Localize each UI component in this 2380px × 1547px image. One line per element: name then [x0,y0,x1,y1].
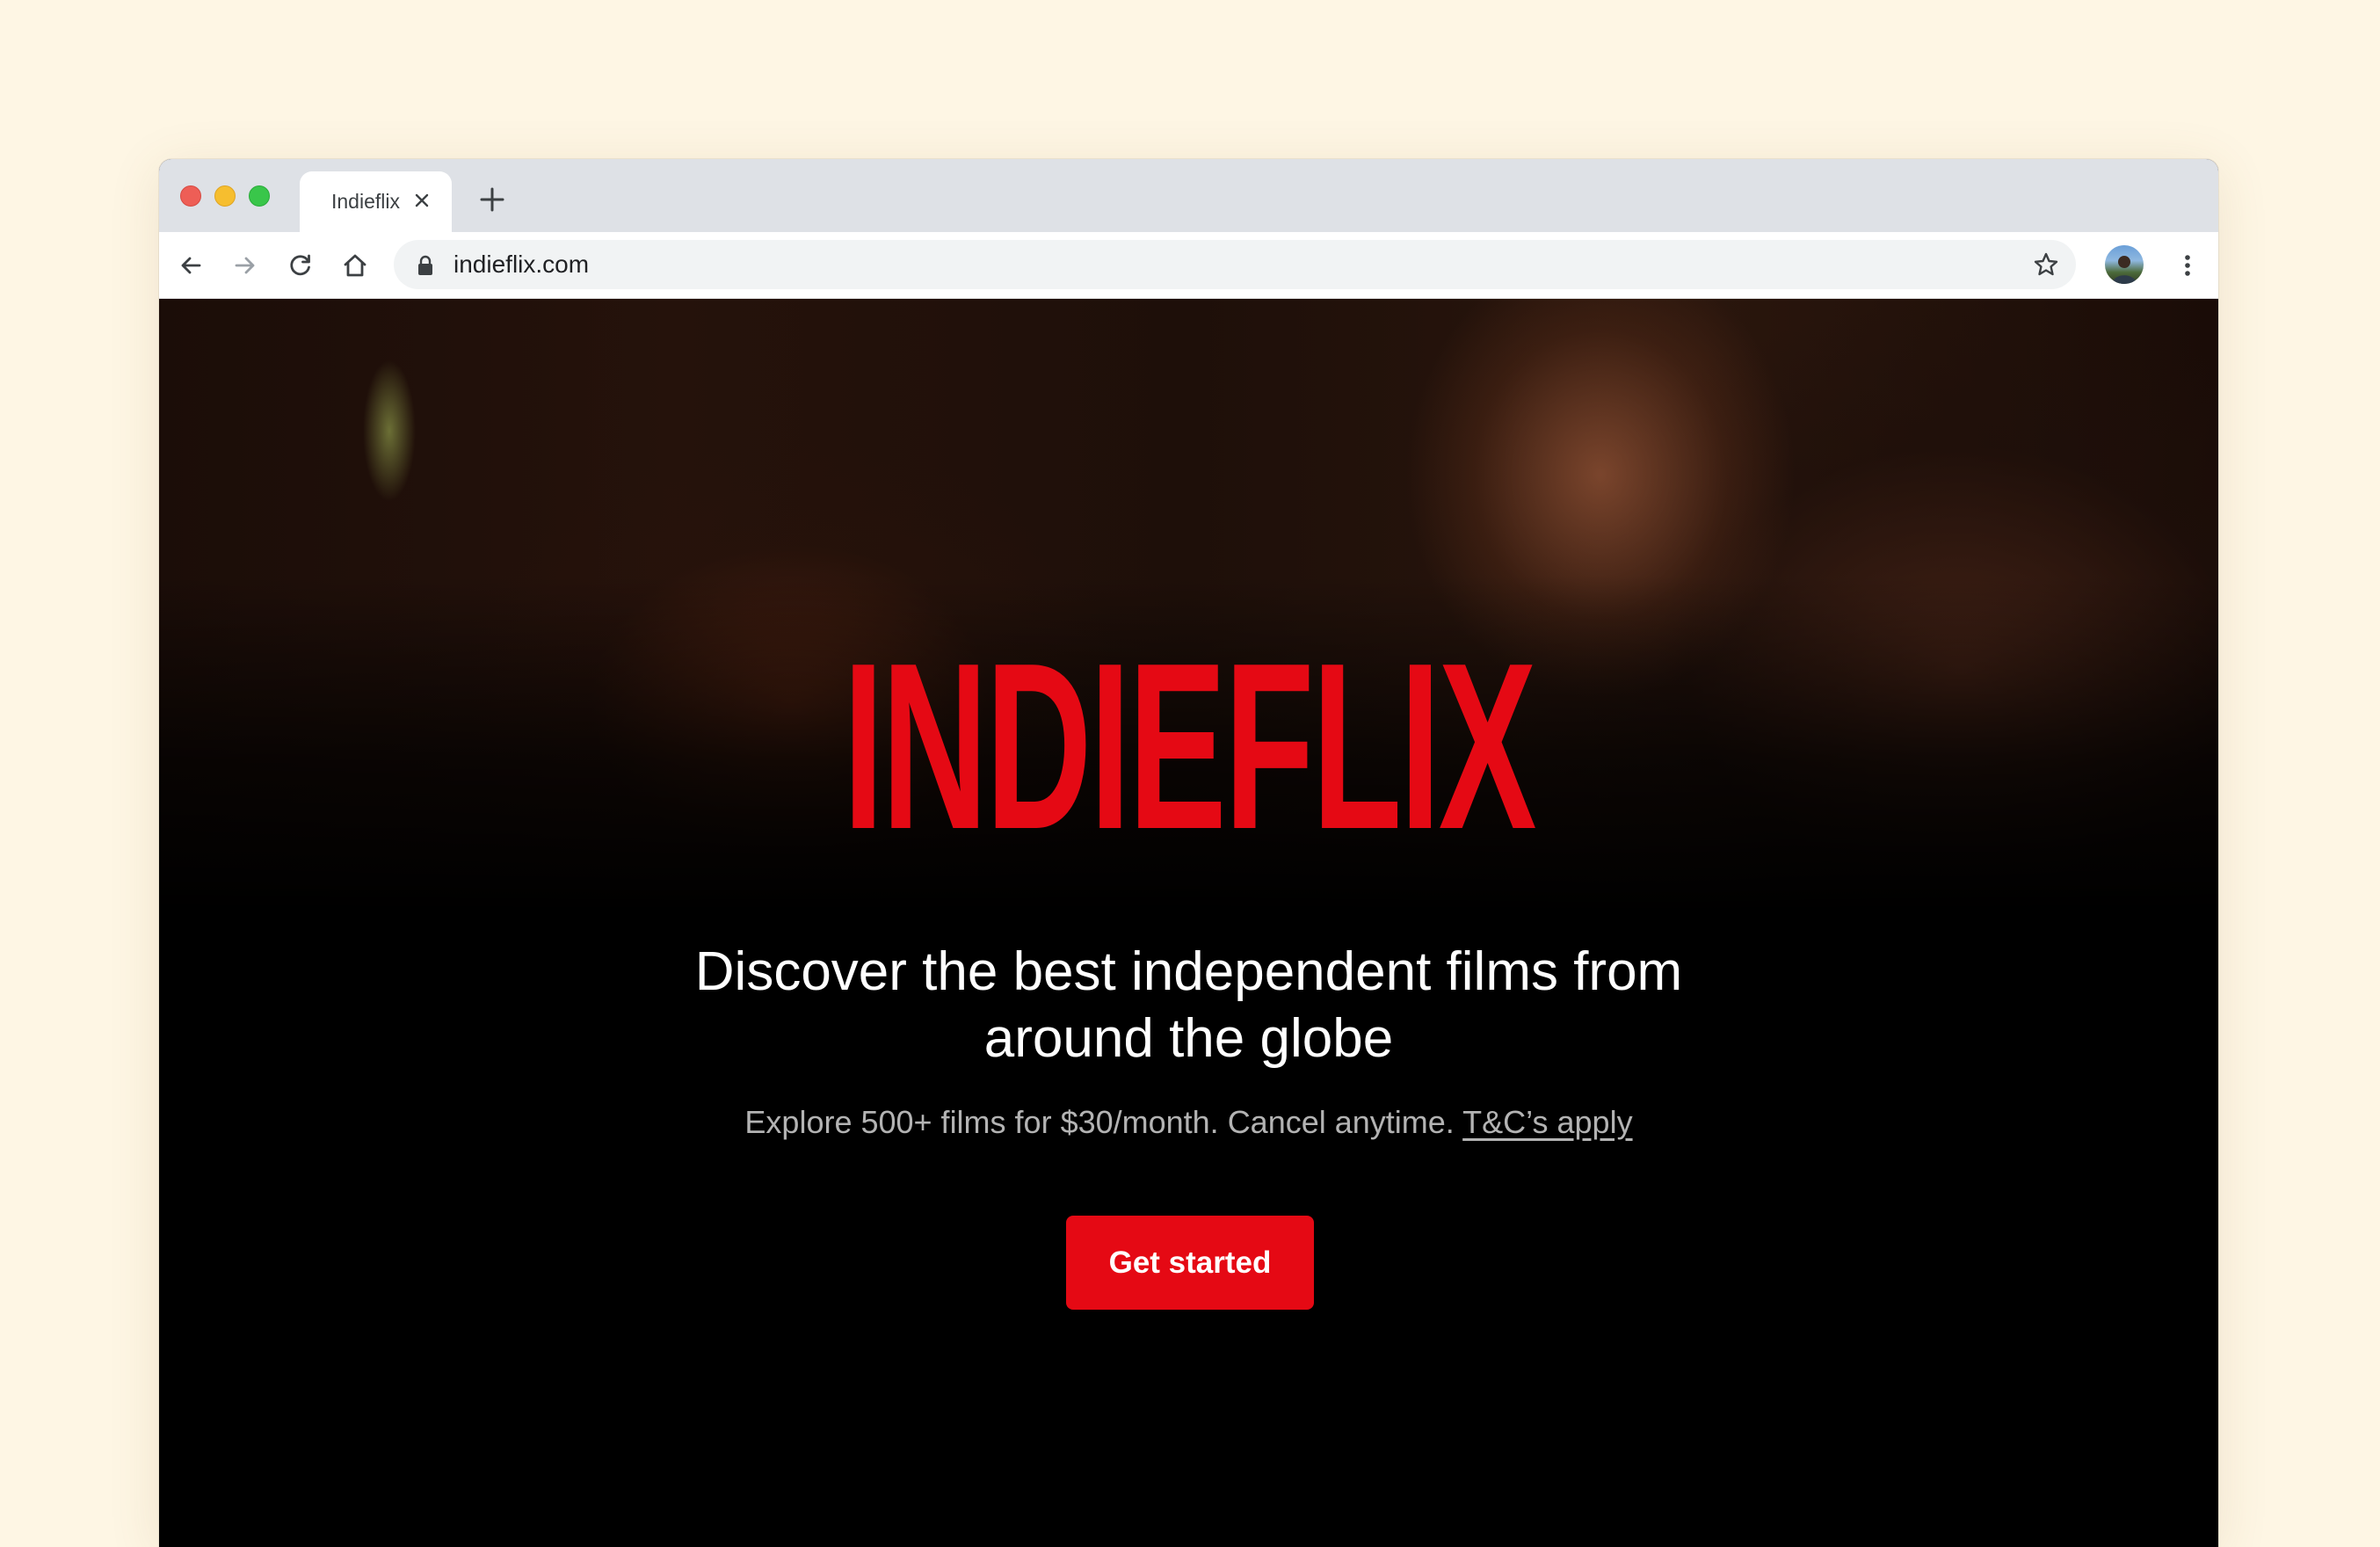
maximize-window-button[interactable] [249,185,270,207]
hero-headline: Discover the best independent films from… [159,939,2218,1072]
browser-window: Indieflix indieflix.com INDIEFLIX Discov… [159,159,2218,1547]
menu-dots-icon[interactable] [2172,250,2203,281]
address-bar[interactable]: indieflix.com [394,240,2076,289]
url-text[interactable]: indieflix.com [454,251,589,279]
bookmark-star-icon[interactable] [2032,251,2060,279]
back-icon[interactable] [175,250,207,281]
page-content: INDIEFLIX Discover the best independent … [159,299,2218,1547]
forward-icon[interactable] [229,250,261,281]
tab-strip: Indieflix [159,159,2218,232]
get-started-button[interactable]: Get started [1066,1216,1314,1310]
tab-title: Indieflix [331,190,400,213]
minimize-window-button[interactable] [214,185,236,207]
close-icon[interactable] [410,188,434,213]
hero-headline-line-2: around the globe [983,1008,1394,1069]
indieflix-logo: INDIEFLIX [843,614,1536,879]
profile-avatar[interactable] [2105,245,2144,284]
close-window-button[interactable] [180,185,201,207]
lock-icon[interactable] [415,254,436,277]
home-icon[interactable] [339,250,371,281]
new-tab-plus-icon[interactable] [477,185,507,214]
browser-toolbar: indieflix.com [159,232,2218,299]
hero-subtext: Explore 500+ films for $30/month. Cancel… [159,1103,2218,1142]
hero-headline-line-1: Discover the best independent films from [694,941,1683,1002]
reload-icon[interactable] [285,250,316,281]
pricing-text: Explore 500+ films for $30/month. Cancel… [744,1104,1463,1140]
terms-link[interactable]: T&C’s apply [1462,1104,1632,1140]
